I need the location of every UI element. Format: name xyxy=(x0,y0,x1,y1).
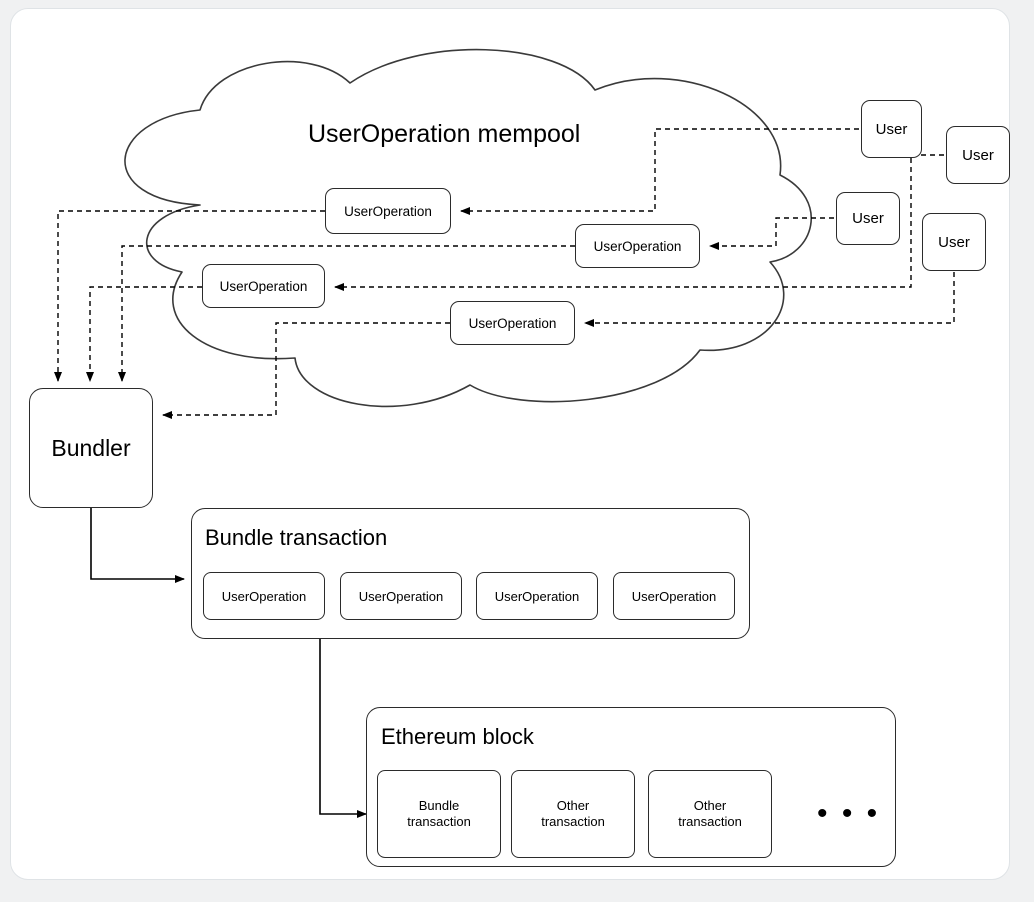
block-overflow-ellipsis: • • • xyxy=(817,797,881,830)
bundle-userop-4-label: UserOperation xyxy=(631,588,717,604)
bundle-userop-1[interactable]: UserOperation xyxy=(203,572,325,620)
bundle-userop-2-label: UserOperation xyxy=(358,588,444,604)
block-transaction-3-line2: transaction xyxy=(678,814,742,829)
block-transaction-1-line1: Bundle xyxy=(418,797,460,813)
user-box-3[interactable]: User xyxy=(836,192,900,245)
mempool-userop-2[interactable]: UserOperation xyxy=(575,224,700,268)
user-box-4-label: User xyxy=(938,233,970,251)
bundle-userop-1-label: UserOperation xyxy=(221,588,307,604)
mempool-userop-2-label: UserOperation xyxy=(593,238,682,254)
user-box-1-label: User xyxy=(875,120,908,138)
block-transaction-2-line1: Other xyxy=(556,797,590,813)
block-transaction-1-line2: transaction xyxy=(407,814,471,829)
bundle-userop-3-label: UserOperation xyxy=(494,588,580,604)
edge-bundler-to-bundle-transaction xyxy=(90,508,185,583)
user-box-3-label: User xyxy=(852,210,884,227)
bundler-label: Bundler xyxy=(51,434,131,461)
bundle-transaction-title: Bundle transaction xyxy=(205,525,388,550)
bundle-userop-3[interactable]: UserOperation xyxy=(476,572,598,620)
diagram-page: UserOperation mempool UserOperation User… xyxy=(0,0,1034,902)
user-box-4[interactable]: User xyxy=(922,213,986,271)
mempool-title: UserOperation mempool xyxy=(308,120,581,148)
user-box-1[interactable]: User xyxy=(861,100,922,158)
mempool-userop-1[interactable]: UserOperation xyxy=(325,188,451,234)
block-transaction-1[interactable]: Bundle transaction xyxy=(377,770,501,858)
block-transaction-3-line1: Other xyxy=(693,797,727,813)
user-box-2-label: User xyxy=(962,146,994,164)
bundler-box[interactable]: Bundler xyxy=(29,388,153,508)
block-transaction-2[interactable]: Other transaction xyxy=(511,770,635,858)
bundle-userop-4[interactable]: UserOperation xyxy=(613,572,735,620)
block-transaction-3[interactable]: Other transaction xyxy=(648,770,772,858)
mempool-userop-3[interactable]: UserOperation xyxy=(202,264,325,308)
mempool-userop-1-label: UserOperation xyxy=(344,203,432,219)
mempool-userop-3-label: UserOperation xyxy=(219,278,308,294)
edge-bundle-transaction-to-block xyxy=(319,639,367,818)
block-transaction-2-line2: transaction xyxy=(541,814,605,829)
bundle-userop-2[interactable]: UserOperation xyxy=(340,572,462,620)
ethereum-block-title: Ethereum block xyxy=(381,724,534,749)
user-box-2[interactable]: User xyxy=(946,126,1010,184)
mempool-userop-4-label: UserOperation xyxy=(468,315,557,331)
mempool-userop-4[interactable]: UserOperation xyxy=(450,301,575,345)
mempool-cloud xyxy=(124,48,812,408)
